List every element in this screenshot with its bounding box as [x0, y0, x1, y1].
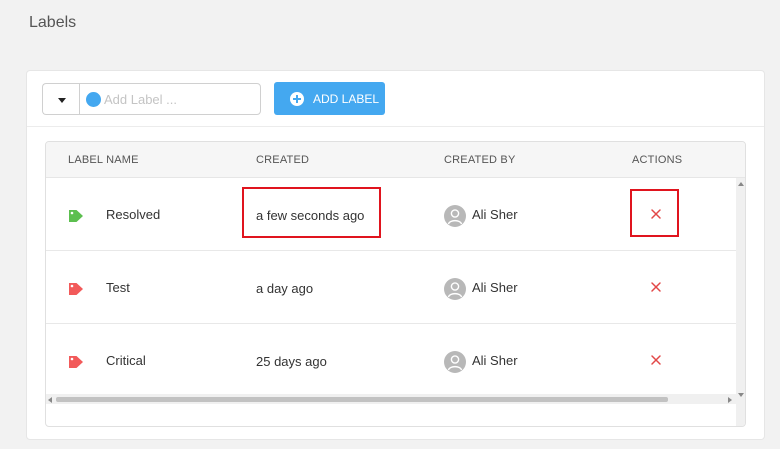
- label-toolbar: ADD LABEL: [27, 71, 764, 127]
- vertical-scrollbar[interactable]: [736, 178, 745, 426]
- created-by-name: Ali Sher: [472, 280, 518, 295]
- avatar-icon: [444, 351, 466, 373]
- scroll-down-arrow-icon[interactable]: [738, 393, 744, 397]
- color-swatch-icon[interactable]: [86, 92, 101, 107]
- column-header-label-name: LABEL NAME: [68, 154, 139, 166]
- page-title: Labels: [29, 14, 77, 31]
- scroll-left-arrow-icon[interactable]: [48, 397, 52, 403]
- labels-card: ADD LABEL LABEL NAME CREATED CREATED BY …: [26, 70, 765, 440]
- label-input-wrapper: [79, 83, 261, 115]
- labels-table: LABEL NAME CREATED CREATED BY ACTIONS Re…: [45, 141, 746, 427]
- created-time: a day ago: [256, 281, 314, 296]
- label-name: Resolved: [106, 207, 161, 222]
- created-by-name: Ali Sher: [472, 207, 518, 222]
- column-header-actions: ACTIONS: [632, 154, 683, 166]
- column-header-created-by: CREATED BY: [444, 154, 516, 166]
- tag-icon: [69, 356, 83, 368]
- label-name: Critical: [106, 353, 146, 368]
- column-header-created: CREATED: [256, 154, 310, 166]
- avatar-icon: [444, 205, 466, 227]
- delete-x-icon[interactable]: [650, 354, 662, 366]
- highlight-box-delete-action: [630, 189, 679, 237]
- add-label-button-text: ADD LABEL: [313, 91, 380, 106]
- highlight-box-created: [242, 187, 381, 238]
- caret-down-icon: [58, 98, 66, 103]
- avatar-icon: [444, 278, 466, 300]
- table-row: Test a day ago Ali Sher: [46, 251, 745, 324]
- label-name: Test: [106, 280, 130, 295]
- plus-circle-icon: [290, 91, 304, 106]
- created-time: 25 days ago: [256, 354, 327, 369]
- table-header: LABEL NAME CREATED CREATED BY ACTIONS: [46, 142, 745, 178]
- add-label-input[interactable]: [104, 86, 254, 112]
- add-label-button[interactable]: ADD LABEL: [274, 82, 385, 115]
- delete-x-icon[interactable]: [650, 281, 662, 293]
- tag-icon: [69, 210, 83, 222]
- tag-icon: [69, 283, 83, 295]
- horizontal-scrollbar[interactable]: [46, 394, 736, 404]
- scroll-right-arrow-icon[interactable]: [728, 397, 732, 403]
- created-by-name: Ali Sher: [472, 353, 518, 368]
- table-row: Critical 25 days ago Ali Sher: [46, 324, 745, 397]
- color-dropdown[interactable]: [42, 83, 80, 115]
- horizontal-scroll-thumb[interactable]: [56, 397, 668, 402]
- scroll-up-arrow-icon[interactable]: [738, 182, 744, 186]
